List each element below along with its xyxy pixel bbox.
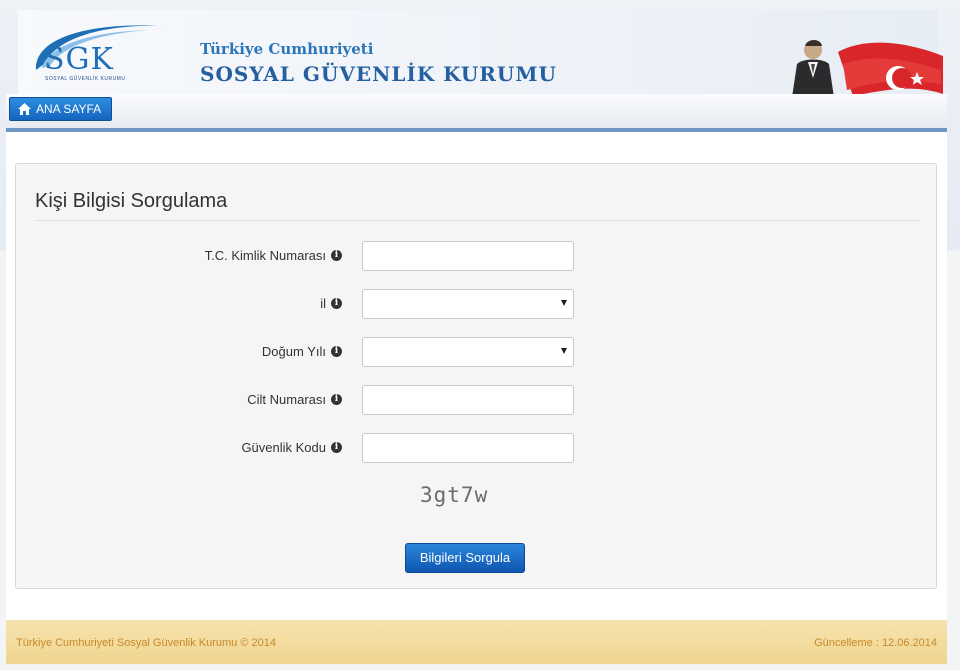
header-title-line2: SOSYAL GÜVENLİK KURUMU bbox=[200, 62, 557, 86]
header-title-line1: Türkiye Cumhuriyeti bbox=[200, 40, 374, 58]
navigation-bar: ANA SAYFA bbox=[6, 94, 947, 132]
form-row-tc-kimlik: T.C. Kimlik Numarası i bbox=[16, 241, 938, 271]
query-form-panel: Kişi Bilgisi Sorgulama T.C. Kimlik Numar… bbox=[15, 163, 937, 589]
site-header: SGK SOSYAL GÜVENLİK KURUMU Türkiye Cumhu… bbox=[18, 10, 943, 104]
main-content: Kişi Bilgisi Sorgulama T.C. Kimlik Numar… bbox=[6, 132, 947, 620]
info-icon[interactable]: i bbox=[331, 442, 342, 453]
info-icon[interactable]: i bbox=[331, 298, 342, 309]
field-label: Doğum Yılı i bbox=[262, 344, 342, 359]
guvenlik-kodu-label: Güvenlik Kodu bbox=[241, 440, 326, 455]
info-icon[interactable]: i bbox=[331, 394, 342, 405]
field-label: Güvenlik Kodu i bbox=[241, 440, 342, 455]
home-icon bbox=[18, 103, 31, 115]
dogum-yili-label: Doğum Yılı bbox=[261, 344, 326, 359]
form-title: Kişi Bilgisi Sorgulama bbox=[35, 190, 228, 212]
field-label: T.C. Kimlik Numarası i bbox=[205, 248, 342, 263]
captcha-image: 3gt7w bbox=[420, 483, 489, 507]
logo-subtext: SOSYAL GÜVENLİK KURUMU bbox=[45, 76, 126, 82]
dropdown-caret-icon bbox=[561, 348, 567, 354]
form-row-dogum-yili: Doğum Yılı i bbox=[16, 337, 938, 367]
logo-text: SGK bbox=[44, 42, 114, 77]
info-icon[interactable]: i bbox=[331, 346, 342, 357]
guvenlik-kodu-input[interactable] bbox=[362, 433, 574, 463]
footer-update-date: Güncelleme : 12.06.2014 bbox=[814, 637, 937, 649]
dropdown-caret-icon bbox=[561, 300, 567, 306]
field-label: il i bbox=[320, 296, 342, 311]
home-button[interactable]: ANA SAYFA bbox=[9, 97, 113, 121]
info-icon[interactable]: i bbox=[331, 250, 342, 261]
form-row-guvenlik-kodu: Güvenlik Kodu i bbox=[16, 433, 938, 463]
tc-kimlik-input[interactable] bbox=[362, 241, 574, 271]
cilt-numarasi-input[interactable] bbox=[362, 385, 574, 415]
field-label: Cilt Numarası i bbox=[247, 392, 342, 407]
submit-button[interactable]: Bilgileri Sorgula bbox=[405, 543, 525, 573]
dogum-yili-select[interactable] bbox=[362, 337, 574, 367]
form-row-cilt-numarasi: Cilt Numarası i bbox=[16, 385, 938, 415]
divider bbox=[35, 220, 920, 221]
tc-kimlik-label: T.C. Kimlik Numarası bbox=[204, 248, 326, 263]
il-select[interactable] bbox=[362, 289, 574, 319]
footer-copyright: Türkiye Cumhuriyeti Sosyal Güvenlik Kuru… bbox=[16, 637, 276, 649]
cilt-numarasi-label: Cilt Numarası bbox=[247, 392, 326, 407]
form-row-il: il i bbox=[16, 289, 938, 319]
site-footer: Türkiye Cumhuriyeti Sosyal Güvenlik Kuru… bbox=[6, 620, 947, 664]
home-button-label: ANA SAYFA bbox=[36, 102, 102, 116]
il-label: il bbox=[320, 296, 326, 311]
